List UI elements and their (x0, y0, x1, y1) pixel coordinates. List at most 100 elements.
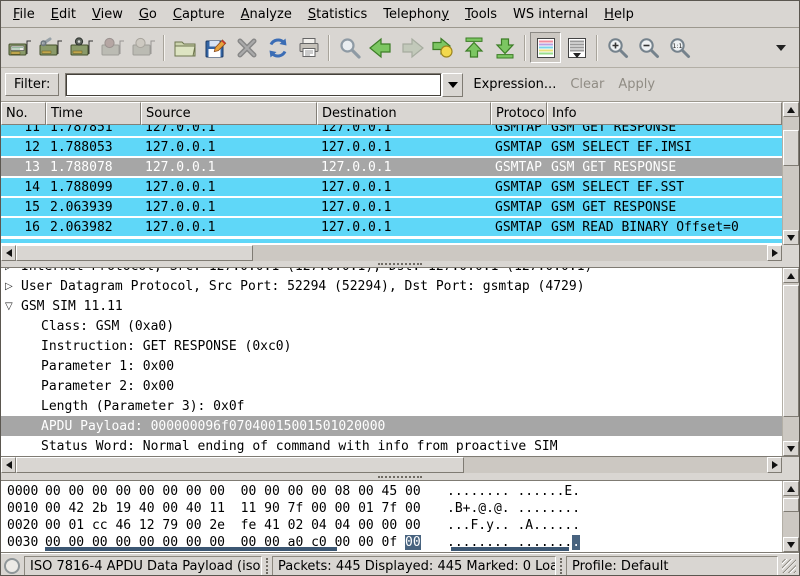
column-header-time[interactable]: Time (46, 102, 141, 125)
go-bottom-button[interactable] (489, 32, 520, 63)
detail-row-instruction[interactable]: Instruction: GET RESPONSE (0xc0) (1, 336, 782, 356)
expander-icon[interactable]: ▷ (5, 268, 21, 272)
packet-row-selected[interactable]: 13 1.788078 127.0.0.1 127.0.0.1 GSMTAP G… (1, 157, 782, 177)
scroll-left-button[interactable] (1, 457, 16, 473)
packet-list-header: No. Time Source Destination Protocol Inf… (1, 102, 782, 125)
scroll-down-button[interactable] (783, 537, 799, 552)
go-forward-button[interactable] (396, 32, 427, 63)
selected-ascii-char[interactable]: . (572, 535, 580, 550)
apply-button[interactable]: Apply (614, 75, 659, 94)
hex-vertical-scrollbar[interactable] (782, 481, 799, 552)
status-profile[interactable]: Profile: Default (566, 556, 778, 576)
hex-row[interactable]: 0000 00 00 00 00 00 00 00 00 00 00 00 00… (1, 484, 782, 501)
splitter-grip-icon (378, 476, 422, 478)
list-interfaces-icon (7, 35, 33, 61)
column-header-protocol[interactable]: Protocol (491, 102, 547, 125)
column-header-destination[interactable]: Destination (317, 102, 491, 125)
scroll-down-button[interactable] (783, 441, 799, 456)
toolbar-overflow-button[interactable] (765, 32, 796, 63)
menu-edit[interactable]: Edit (43, 4, 84, 25)
pane-splitter[interactable] (1, 473, 799, 480)
scrollbar-thumb[interactable] (783, 498, 799, 512)
filter-dropdown-button[interactable] (442, 73, 463, 97)
column-header-no[interactable]: No. (1, 102, 46, 125)
expert-info-icon[interactable] (4, 558, 20, 574)
packet-list-vertical-scrollbar[interactable] (782, 102, 799, 245)
capture-start-button[interactable] (66, 32, 97, 63)
detail-row-parameter2[interactable]: Parameter 2: 0x00 (1, 376, 782, 396)
menu-help[interactable]: Help (596, 4, 642, 25)
detail-row-parameter1[interactable]: Parameter 1: 0x00 (1, 356, 782, 376)
packet-row[interactable]: 14 1.788099 127.0.0.1 127.0.0.1 GSMTAP G… (1, 177, 782, 197)
detail-row-udp[interactable]: ▷User Datagram Protocol, Src Port: 52294… (1, 276, 782, 296)
reload-button[interactable] (262, 32, 293, 63)
detail-row-status-word[interactable]: Status Word: Normal ending of command wi… (1, 436, 782, 456)
menu-ws-internal[interactable]: WS internal (505, 4, 596, 25)
colorize-button[interactable] (530, 32, 561, 63)
file-close-button[interactable] (231, 32, 262, 63)
menu-telephony[interactable]: Telephony (375, 4, 457, 25)
detail-row-gsm-sim[interactable]: ▽GSM SIM 11.11 (1, 296, 782, 316)
scroll-up-button[interactable] (783, 268, 799, 283)
scroll-up-button[interactable] (783, 102, 799, 117)
menu-statistics[interactable]: Statistics (300, 4, 375, 25)
scrollbar-thumb[interactable] (783, 285, 799, 417)
arrow-left-icon (6, 461, 12, 469)
menu-capture[interactable]: Capture (165, 4, 233, 25)
capture-restart-button[interactable] (128, 32, 159, 63)
selected-hex-byte[interactable]: 00 (405, 535, 421, 550)
print-button[interactable] (293, 32, 324, 63)
menu-go[interactable]: Go (131, 4, 165, 25)
details-horizontal-scrollbar[interactable] (1, 457, 782, 473)
scroll-up-button[interactable] (783, 481, 799, 496)
column-header-source[interactable]: Source (141, 102, 317, 125)
hex-row[interactable]: 0010 00 42 2b 19 40 00 40 11 11 90 7f 00… (1, 501, 782, 518)
capture-stop-button[interactable] (97, 32, 128, 63)
packet-row-clipped[interactable]: 11 1.787851 127.0.0.1 127.0.0.1 GSMTAP G… (1, 125, 782, 137)
expander-expanded-icon[interactable]: ▽ (5, 301, 21, 312)
menu-view[interactable]: View (84, 4, 131, 25)
scrollbar-thumb[interactable] (783, 130, 799, 166)
resize-grip-icon[interactable] (782, 559, 796, 573)
status-bar: ISO 7816-4 APDU Data Payload (iso... Pac… (1, 553, 799, 576)
scroll-right-button[interactable] (767, 457, 782, 473)
zoom-out-button[interactable] (633, 32, 664, 63)
file-save-button[interactable] (200, 32, 231, 63)
column-header-info[interactable]: Info (547, 102, 782, 125)
hex-row[interactable]: 0020 00 01 cc 46 12 79 00 2e fe 41 02 04… (1, 518, 782, 535)
list-interfaces-button[interactable] (4, 32, 35, 63)
detail-row-class[interactable]: Class: GSM (0xa0) (1, 316, 782, 336)
menu-file[interactable]: File (5, 4, 43, 25)
file-open-button[interactable] (169, 32, 200, 63)
packet-row-clipped[interactable] (1, 239, 782, 243)
filter-input[interactable] (65, 73, 442, 97)
go-back-button[interactable] (365, 32, 396, 63)
menu-tools[interactable]: Tools (457, 4, 505, 25)
zoom-in-button[interactable] (602, 32, 633, 63)
scroll-right-button[interactable] (767, 245, 782, 261)
packet-row[interactable]: 16 2.063982 127.0.0.1 127.0.0.1 GSMTAP G… (1, 217, 782, 237)
detail-row-length[interactable]: Length (Parameter 3): 0x0f (1, 396, 782, 416)
packet-row[interactable]: 12 1.788053 127.0.0.1 127.0.0.1 GSMTAP G… (1, 137, 782, 157)
packet-list-horizontal-scrollbar[interactable] (1, 245, 782, 261)
detail-row-clipped[interactable]: ▷Internet Protocol, Src: 127.0.0.1 (127.… (1, 268, 782, 276)
capture-options-button[interactable] (35, 32, 66, 63)
detail-row-apdu-payload-selected[interactable]: APDU Payload: 000000096f0704001500150102… (1, 416, 782, 436)
scrollbar-thumb[interactable] (16, 245, 253, 261)
filter-button[interactable]: Filter: (5, 73, 59, 96)
zoom-100-button[interactable]: 1:1 (664, 32, 695, 63)
clear-button[interactable]: Clear (566, 75, 608, 94)
go-to-packet-button[interactable] (427, 32, 458, 63)
find-packet-button[interactable] (334, 32, 365, 63)
expression-button[interactable]: Expression... (469, 75, 560, 94)
expander-collapsed-icon[interactable]: ▷ (5, 281, 21, 292)
status-separator (560, 558, 562, 574)
scrollbar-thumb[interactable] (16, 457, 464, 473)
details-vertical-scrollbar[interactable] (782, 268, 799, 456)
go-top-button[interactable] (458, 32, 489, 63)
auto-scroll-button[interactable] (561, 32, 592, 63)
packet-row[interactable]: 15 2.063939 127.0.0.1 127.0.0.1 GSMTAP G… (1, 197, 782, 217)
scroll-left-button[interactable] (1, 245, 16, 261)
scroll-down-button[interactable] (783, 230, 799, 245)
menu-analyze[interactable]: Analyze (233, 4, 300, 25)
